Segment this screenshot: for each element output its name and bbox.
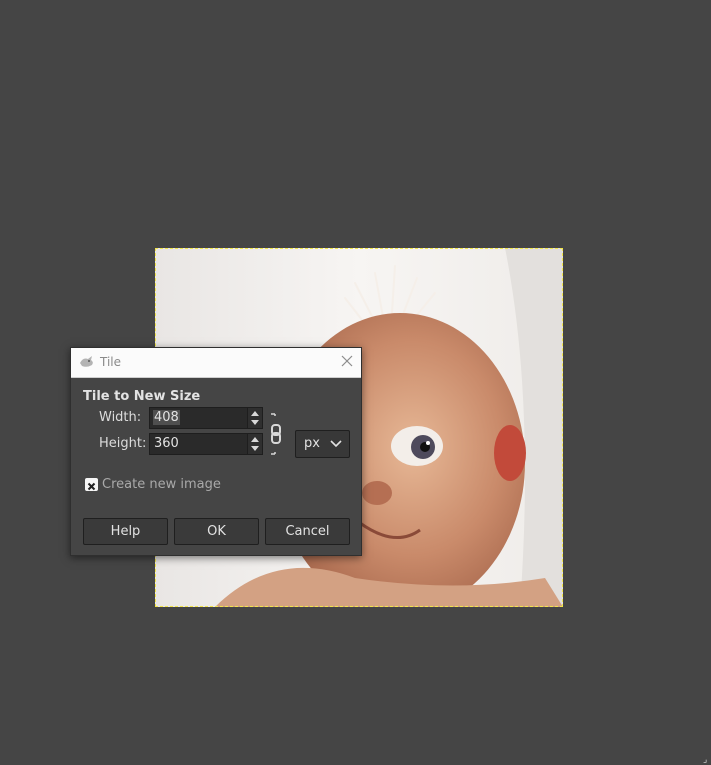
chevron-down-icon (330, 440, 342, 448)
width-spinbutton[interactable]: 408 (149, 407, 263, 429)
resize-grip-icon[interactable]: ⌟ (703, 756, 709, 765)
chain-link-icon[interactable] (269, 412, 285, 456)
check-icon (87, 482, 96, 491)
height-value[interactable]: 360 (153, 436, 180, 451)
dialog-title: Tile (100, 355, 122, 369)
create-new-image-label[interactable]: Create new image (102, 477, 221, 492)
increment-icon[interactable] (251, 437, 259, 442)
tile-dialog: Tile Tile to New Size Width: 408 Height:… (70, 347, 362, 556)
width-label: Width: (99, 410, 142, 425)
height-spin-arrows[interactable] (247, 434, 262, 454)
decrement-icon[interactable] (251, 420, 259, 425)
section-title: Tile to New Size (83, 389, 201, 404)
cancel-button[interactable]: Cancel (265, 518, 350, 545)
height-spinbutton[interactable]: 360 (149, 433, 263, 455)
decrement-icon[interactable] (251, 446, 259, 451)
width-spin-arrows[interactable] (247, 408, 262, 428)
create-new-image-checkbox[interactable] (85, 478, 98, 491)
unit-value: px (304, 436, 320, 451)
ok-button[interactable]: OK (174, 518, 259, 545)
unit-dropdown[interactable]: px (295, 430, 350, 458)
help-button[interactable]: Help (83, 518, 168, 545)
width-value[interactable]: 408 (153, 410, 180, 425)
height-label: Height: (99, 436, 147, 451)
close-icon[interactable] (340, 354, 354, 368)
gimp-wilber-icon (80, 356, 93, 367)
dialog-titlebar[interactable]: Tile (71, 348, 361, 378)
increment-icon[interactable] (251, 411, 259, 416)
